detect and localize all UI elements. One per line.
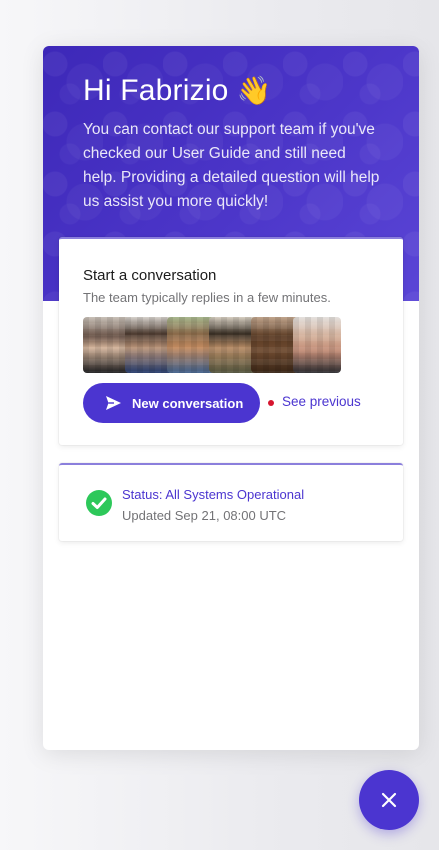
avatar bbox=[83, 317, 131, 373]
messenger-panel: Hi Fabrizio 👋 You can contact our suppor… bbox=[43, 46, 419, 750]
greeting-title: Hi Fabrizio 👋 bbox=[83, 74, 272, 108]
close-icon bbox=[381, 792, 397, 808]
new-conversation-button[interactable]: New conversation bbox=[83, 383, 260, 423]
reply-time-text: The team typically replies in a few minu… bbox=[83, 290, 331, 305]
send-icon bbox=[106, 396, 121, 410]
greeting-text: Hi Fabrizio bbox=[83, 74, 229, 107]
avatar bbox=[125, 317, 173, 373]
avatar bbox=[293, 317, 341, 373]
see-previous-link[interactable]: See previous bbox=[282, 394, 361, 409]
team-avatars bbox=[83, 317, 341, 373]
wave-icon: 👋 bbox=[236, 75, 272, 106]
intro-text: You can contact our support team if you'… bbox=[83, 121, 380, 210]
unread-indicator bbox=[268, 400, 274, 406]
start-conversation-card: Start a conversation The team typically … bbox=[59, 237, 403, 445]
start-conversation-title: Start a conversation bbox=[83, 267, 217, 284]
check-circle-icon bbox=[86, 490, 112, 516]
avatar bbox=[209, 317, 257, 373]
close-messenger-button[interactable] bbox=[359, 770, 419, 830]
avatar bbox=[167, 317, 215, 373]
status-card[interactable]: Status: All Systems Operational Updated … bbox=[59, 463, 403, 541]
new-conversation-label: New conversation bbox=[132, 395, 244, 411]
status-updated-time: Updated Sep 21, 08:00 UTC bbox=[122, 508, 287, 523]
avatar bbox=[251, 317, 299, 373]
status-title: Status: All Systems Operational bbox=[122, 487, 305, 502]
